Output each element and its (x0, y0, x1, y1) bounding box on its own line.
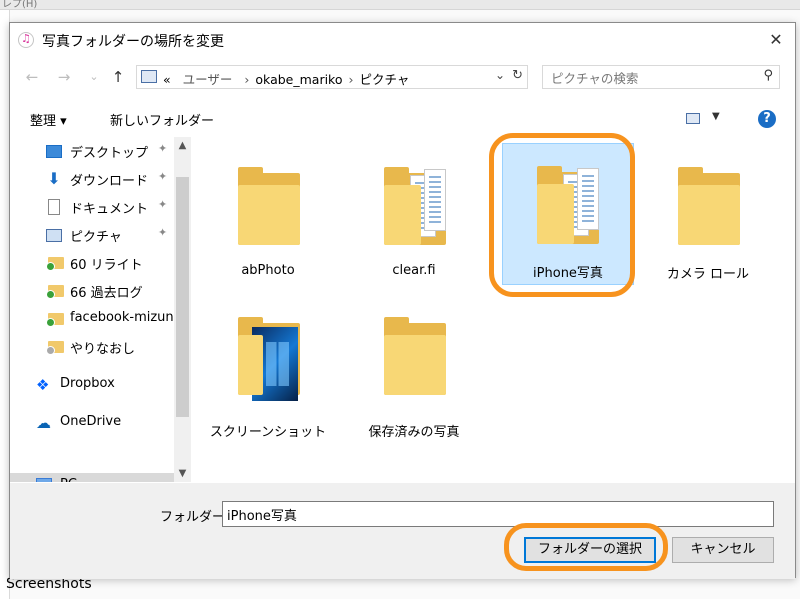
breadcrumb-item[interactable]: okabe_mariko (255, 72, 342, 87)
folder-icon (384, 317, 446, 397)
select-folder-button[interactable]: フォルダーの選択 (524, 537, 656, 563)
folder-documents-icon (384, 167, 446, 247)
folder-item[interactable]: カメラ ロール (644, 145, 772, 295)
sidebar-item-label: ドキュメント (70, 202, 149, 217)
breadcrumb-separator[interactable]: › (349, 72, 354, 87)
desktop-icon (46, 145, 62, 158)
breadcrumb-item[interactable]: ユーザー (183, 72, 233, 87)
navigation-bar: ← → ⌄ ↑ « ユーザー › okabe_mariko › ピクチャ ⌄ ↻ ⚲ (10, 57, 795, 95)
cancel-button[interactable]: キャンセル (672, 537, 774, 563)
command-toolbar: 整理 ▾ 新しいフォルダー ▼ (10, 103, 795, 135)
folder-name: clear.fi (392, 263, 436, 278)
back-button[interactable]: ← (22, 67, 42, 87)
sidebar-item-folder[interactable]: 60 リライト (10, 251, 174, 275)
document-icon (48, 199, 60, 215)
view-dropdown-icon[interactable]: ▼ (712, 111, 720, 122)
folder-item[interactable]: 保存済みの写真 (350, 297, 478, 447)
folder-name: スクリーンショット (209, 425, 327, 440)
folder-item[interactable]: abPhoto (204, 145, 332, 295)
search-box: ⚲ (542, 65, 780, 89)
scroll-up-icon[interactable]: ▲ (174, 137, 191, 154)
sidebar-item-downloads[interactable]: ⬇ ダウンロード ✦ (10, 167, 174, 191)
sidebar-item-label: facebook-mizun (70, 310, 174, 325)
search-input[interactable] (549, 68, 753, 88)
breadcrumb: « ユーザー › okabe_mariko › ピクチャ (163, 69, 409, 88)
folder-documents-icon (537, 166, 599, 246)
folder-image-icon (238, 317, 300, 401)
folder-icon (678, 167, 740, 247)
download-icon: ⬇ (47, 169, 61, 188)
pictures-location-icon (141, 70, 157, 83)
pin-icon: ✦ (158, 226, 168, 239)
sidebar-item-onedrive[interactable]: ☁ OneDrive (10, 411, 174, 435)
sidebar-item-label: OneDrive (60, 414, 122, 429)
folder-item[interactable]: スクリーンショット (204, 297, 332, 447)
folder-icon (238, 167, 300, 247)
sidebar-item-label: ダウンロード (70, 174, 149, 189)
folder-name: iPhone写真 (533, 266, 603, 281)
help-icon[interactable]: ? (758, 110, 776, 128)
file-list: abPhoto clear.fi iPhone写真 カメラ ロール スクリーンシ… (192, 137, 795, 482)
address-bar[interactable]: « ユーザー › okabe_mariko › ピクチャ ⌄ ↻ (136, 65, 528, 89)
folder-name: カメラ ロール (666, 267, 750, 282)
scroll-down-icon[interactable]: ▼ (174, 465, 191, 482)
folder-icon (46, 257, 64, 271)
folder-picker-dialog: 写真フォルダーの場所を変更 ✕ ← → ⌄ ↑ « ユーザー › okabe_mar… (9, 22, 796, 579)
navigation-scrollbar[interactable]: ▲ ▼ (174, 137, 191, 482)
pin-icon: ✦ (158, 198, 168, 211)
refresh-icon[interactable]: ↻ (512, 68, 523, 83)
close-button[interactable]: ✕ (763, 27, 789, 53)
folder-name-field[interactable] (222, 501, 774, 527)
sidebar-item-dropbox[interactable]: ❖ Dropbox (10, 373, 174, 397)
breadcrumb-overflow[interactable]: « (163, 72, 171, 87)
itunes-icon (18, 32, 34, 48)
new-folder-button[interactable]: 新しいフォルダー (110, 110, 214, 129)
folder-item-selected[interactable]: iPhone写真 (502, 143, 634, 285)
breadcrumb-item[interactable]: ピクチャ (360, 72, 410, 87)
sidebar-item-label: 60 リライト (70, 258, 143, 273)
folder-icon (46, 341, 64, 355)
sidebar-item-documents[interactable]: ドキュメント ✦ (10, 195, 174, 219)
sidebar-item-folder[interactable]: 66 過去ログ (10, 279, 174, 303)
sidebar-item-pc[interactable]: PC (10, 473, 174, 482)
folder-item[interactable]: clear.fi (350, 145, 478, 295)
up-button[interactable]: ↑ (108, 67, 128, 87)
folder-name: abPhoto (241, 263, 295, 278)
search-icon[interactable]: ⚲ (763, 68, 773, 83)
title-bar: 写真フォルダーの場所を変更 ✕ (10, 23, 795, 57)
folder-name: 保存済みの写真 (368, 425, 460, 440)
address-dropdown-icon[interactable]: ⌄ (495, 68, 505, 82)
organize-button[interactable]: 整理 ▾ (30, 110, 67, 129)
sidebar-item-label: 66 過去ログ (70, 286, 143, 301)
sidebar-item-folder[interactable]: facebook-mizun (10, 307, 174, 331)
onedrive-icon: ☁ (36, 414, 51, 432)
background-menu-bar: レプ(H) (0, 0, 800, 10)
folder-field-label: フォルダー: (160, 510, 230, 525)
pin-icon: ✦ (158, 170, 168, 183)
dropbox-icon: ❖ (36, 376, 50, 394)
pc-icon (36, 478, 52, 482)
folder-icon (46, 285, 64, 299)
dialog-footer: フォルダー: フォルダーの選択 キャンセル (10, 483, 795, 579)
scrollbar-thumb[interactable] (176, 177, 189, 417)
sidebar-item-label: Dropbox (60, 376, 115, 391)
forward-button[interactable]: → (54, 67, 74, 87)
breadcrumb-separator[interactable]: › (244, 72, 249, 87)
pin-icon: ✦ (158, 142, 168, 155)
sidebar-item-desktop[interactable]: デスクトップ ✦ (10, 139, 174, 163)
sidebar-item-label: PC (60, 477, 77, 482)
dialog-title: 写真フォルダーの場所を変更 (42, 34, 224, 50)
recent-locations-button[interactable]: ⌄ (84, 67, 104, 87)
sidebar-item-pictures[interactable]: ピクチャ ✦ (10, 223, 174, 247)
sidebar-item-folder[interactable]: やりなおし (10, 335, 174, 359)
sidebar-item-label: ピクチャ (70, 230, 122, 245)
sidebar-item-label: デスクトップ (70, 146, 149, 161)
view-icon[interactable] (686, 113, 700, 124)
pictures-icon (46, 229, 62, 242)
sidebar-item-label: やりなおし (70, 342, 136, 357)
folder-icon (46, 313, 64, 327)
navigation-pane: デスクトップ ✦ ⬇ ダウンロード ✦ ドキュメント ✦ ピクチャ ✦ 60 リ… (10, 137, 192, 482)
